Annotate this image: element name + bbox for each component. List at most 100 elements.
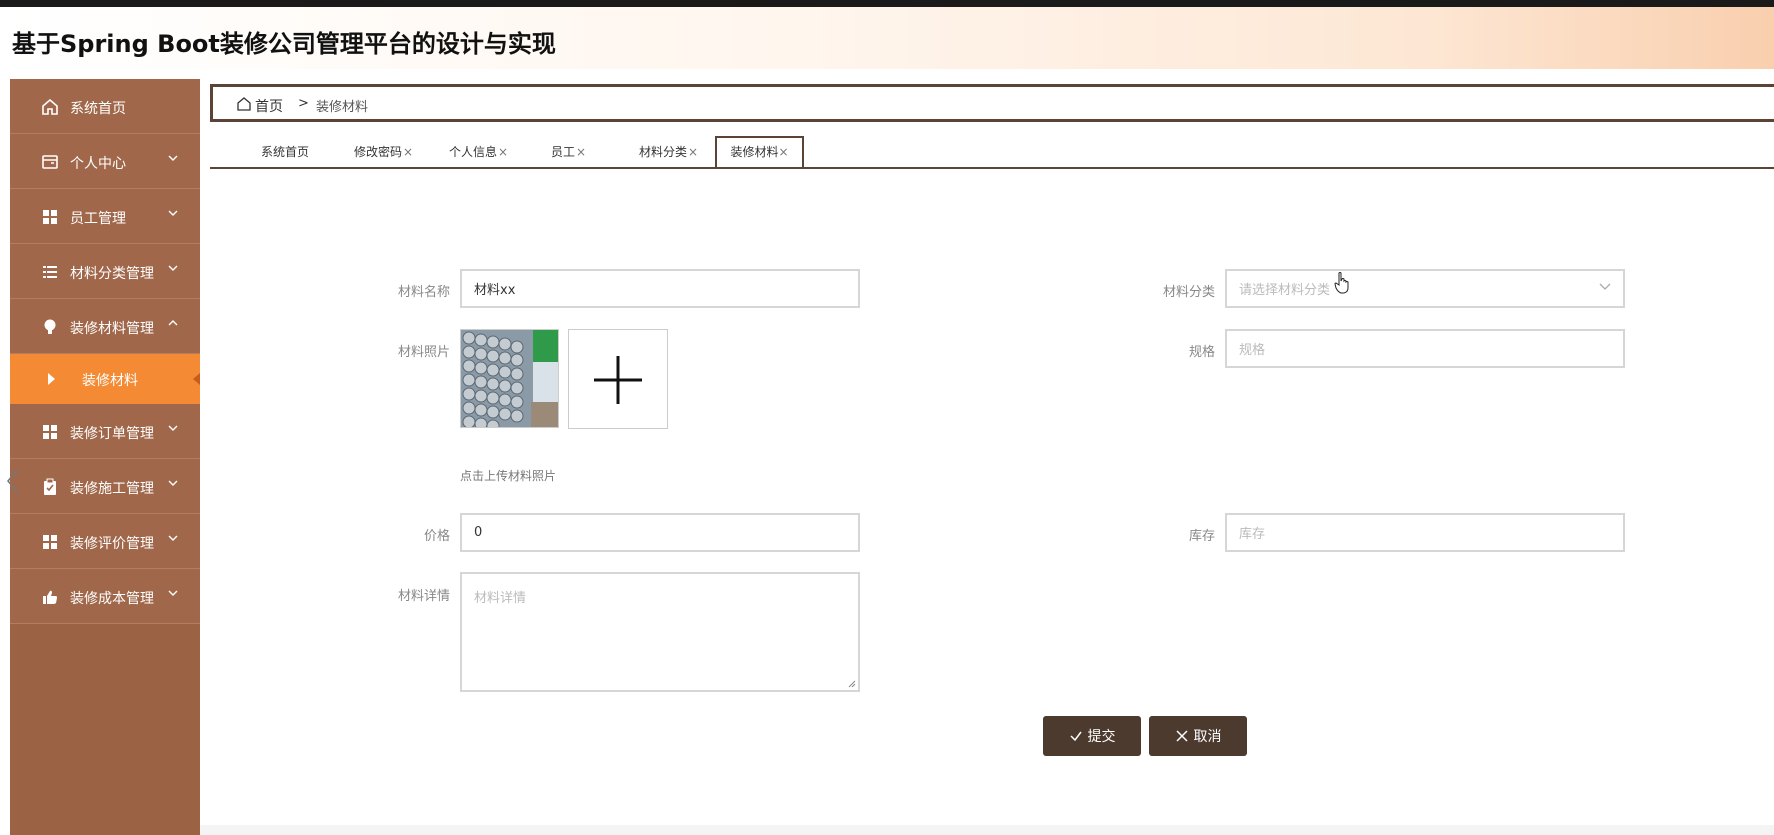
app-title: 基于Spring Boot装修公司管理平台的设计与实现	[12, 30, 556, 58]
material-name-label: 材料名称	[397, 285, 450, 300]
sidebar-item-label: 装修成本管理	[70, 591, 154, 607]
check-icon	[1069, 731, 1082, 742]
breadcrumb-current: 装修材料	[316, 100, 369, 115]
chevron-down-icon	[168, 425, 178, 431]
cancel-button[interactable]: 取消	[1149, 716, 1247, 756]
tab-close-icon[interactable]: ×	[778, 145, 788, 159]
detail-textarea[interactable]: 材料详情	[460, 572, 860, 692]
sidebar-item-construction[interactable]: 装修施工管理	[10, 459, 200, 514]
sidebar-subitem-label: 装修材料	[82, 373, 138, 389]
thumbs-up-icon	[43, 590, 57, 604]
chevron-down-icon	[168, 535, 178, 541]
material-category-label: 材料分类	[1162, 285, 1215, 300]
grid-icon	[43, 425, 57, 439]
sidebar-item-label: 装修施工管理	[70, 481, 154, 497]
submit-label: 提交	[1087, 729, 1116, 745]
tab-materials[interactable]: 装修材料×	[715, 136, 804, 167]
cancel-label: 取消	[1193, 729, 1222, 745]
sidebar-item-label: 装修评价管理	[70, 536, 154, 552]
detail-label: 材料详情	[397, 589, 450, 604]
tab-change-password[interactable]: 修改密码×	[354, 143, 413, 167]
tab-close-icon[interactable]: ×	[403, 145, 413, 159]
material-photo-thumbnail[interactable]	[460, 329, 559, 428]
chevron-down-icon	[168, 210, 178, 216]
tab-close-icon[interactable]: ×	[498, 145, 508, 159]
sidebar-item-label: 个人中心	[70, 156, 126, 172]
upload-photo-button[interactable]	[568, 329, 668, 429]
breadcrumb-separator: >	[298, 96, 309, 111]
bottom-scroll-area	[200, 825, 1774, 835]
header-bar: 基于Spring Boot装修公司管理平台的设计与实现	[0, 7, 1774, 69]
tab-close-icon[interactable]: ×	[576, 145, 586, 159]
chevron-down-icon	[168, 480, 178, 486]
grid-icon	[43, 210, 57, 224]
upload-hint: 点击上传材料照片	[460, 469, 557, 483]
grid-icon	[43, 535, 57, 549]
tab-personal-info[interactable]: 个人信息×	[449, 143, 508, 167]
price-input[interactable]: 0	[460, 513, 860, 552]
hand-cursor-icon	[1334, 272, 1349, 294]
tab-label: 装修材料	[730, 145, 779, 159]
close-icon	[1175, 730, 1188, 742]
caret-right-icon	[48, 373, 55, 385]
material-name-input[interactable]: 材料xx	[460, 269, 860, 308]
sidebar-item-label: 材料分类管理	[70, 266, 154, 282]
tab-label: 系统首页	[261, 145, 310, 159]
home-icon	[42, 98, 58, 115]
chevron-down-icon	[168, 265, 178, 271]
bulb-icon	[44, 319, 56, 334]
collapse-sidebar-icon[interactable]	[4, 466, 22, 496]
price-label: 价格	[423, 529, 450, 544]
sidebar-item-home[interactable]: 系统首页	[10, 79, 200, 134]
spec-input[interactable]: 规格	[1225, 329, 1625, 368]
material-category-placeholder: 请选择材料分类	[1239, 283, 1331, 298]
list-icon	[43, 266, 57, 278]
plus-icon	[594, 356, 642, 404]
tab-label: 个人信息	[449, 145, 498, 159]
sidebar-subitem-materials[interactable]: 装修材料	[10, 354, 200, 404]
tab-staff[interactable]: 员工×	[551, 143, 586, 167]
tabs-underline	[210, 167, 1774, 169]
price-value: 0	[474, 525, 483, 540]
material-name-value: 材料xx	[474, 283, 516, 298]
sidebar-item-label: 装修材料管理	[70, 321, 154, 337]
chevron-down-icon	[168, 590, 178, 596]
chevron-down-icon	[168, 155, 178, 161]
breadcrumb: 首页 > 装修材料	[210, 84, 1774, 122]
sidebar-item-material-category[interactable]: 材料分类管理	[10, 244, 200, 299]
wallet-icon	[42, 155, 58, 169]
breadcrumb-home[interactable]: 首页	[255, 96, 283, 116]
sidebar-item-label: 员工管理	[70, 211, 126, 227]
sidebar: 系统首页 个人中心 员工管理 材料分类管理 装修材料管理 装修材料 装修订单管理…	[10, 79, 200, 835]
sidebar-item-costs[interactable]: 装修成本管理	[10, 569, 200, 624]
tab-home[interactable]: 系统首页	[261, 143, 309, 167]
clipboard-icon	[44, 478, 56, 495]
chevron-down-icon	[1599, 283, 1611, 290]
sidebar-item-personal-center[interactable]: 个人中心	[10, 134, 200, 189]
steel-pipes-image	[461, 330, 558, 427]
resize-grip-icon[interactable]	[846, 678, 856, 688]
active-pointer-icon	[193, 373, 200, 385]
stock-placeholder: 库存	[1239, 527, 1266, 542]
sidebar-item-label: 系统首页	[70, 101, 126, 117]
sidebar-item-material-management[interactable]: 装修材料管理	[10, 299, 200, 354]
spec-placeholder: 规格	[1239, 343, 1266, 358]
spec-label: 规格	[1188, 345, 1215, 360]
sidebar-item-orders[interactable]: 装修订单管理	[10, 404, 200, 459]
chevron-up-icon	[168, 320, 178, 326]
tab-material-category[interactable]: 材料分类×	[639, 143, 698, 167]
tab-label: 员工	[551, 145, 576, 159]
top-edge	[0, 0, 1774, 7]
sidebar-item-reviews[interactable]: 装修评价管理	[10, 514, 200, 569]
stock-input[interactable]: 库存	[1225, 513, 1625, 552]
tab-label: 修改密码	[354, 145, 403, 159]
tab-close-icon[interactable]: ×	[688, 145, 698, 159]
stock-label: 库存	[1188, 529, 1215, 544]
detail-placeholder: 材料详情	[474, 591, 527, 606]
material-category-select[interactable]: 请选择材料分类	[1225, 269, 1625, 308]
sidebar-item-staff[interactable]: 员工管理	[10, 189, 200, 244]
sidebar-item-label: 装修订单管理	[70, 426, 154, 442]
tab-label: 材料分类	[639, 145, 688, 159]
submit-button[interactable]: 提交	[1043, 716, 1141, 756]
home-icon	[237, 97, 251, 111]
